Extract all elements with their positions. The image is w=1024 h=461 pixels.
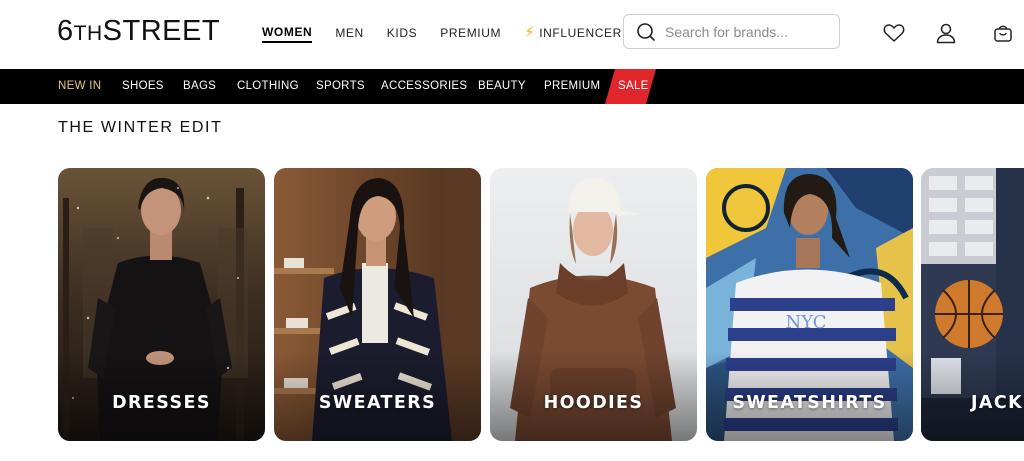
bag-icon	[994, 25, 1012, 42]
card-label: SWEATSHIRTS	[732, 393, 887, 413]
category-bar: NEW IN SHOES BAGS CLOTHING SPORTS ACCESS…	[0, 69, 1024, 104]
cart-button[interactable]	[991, 21, 1015, 45]
category-card-sweaters[interactable]: SWEATERS	[274, 168, 481, 441]
account-button[interactable]	[934, 21, 958, 45]
nav-item-influencer-label: INFLUENCER	[539, 26, 622, 40]
category-shoes[interactable]: SHOES	[122, 69, 164, 104]
category-bags[interactable]: BAGS	[183, 69, 216, 104]
card-label: HOODIES	[543, 393, 644, 413]
brand-logo[interactable]: 6 TH STREET	[57, 14, 220, 48]
nav-item-men[interactable]: MEN	[335, 22, 363, 44]
logo-text-part: STREET	[102, 15, 221, 47]
gender-nav: WOMEN MEN KIDS PREMIUM ⚡ INFLUENCER	[262, 22, 645, 44]
category-sports[interactable]: SPORTS	[316, 69, 365, 104]
category-beauty[interactable]: BEAUTY	[478, 69, 526, 104]
user-icon	[936, 23, 956, 44]
search-icon	[637, 22, 655, 41]
nav-item-premium[interactable]: PREMIUM	[440, 22, 501, 44]
category-clothing[interactable]: CLOTHING	[237, 69, 299, 104]
category-card-hoodies[interactable]: HOODIES	[490, 168, 697, 441]
lightning-icon: ⚡	[524, 24, 536, 41]
section-title: THE WINTER EDIT	[58, 119, 223, 136]
nav-item-kids[interactable]: KIDS	[387, 22, 417, 44]
category-new-in[interactable]: NEW IN	[58, 69, 101, 104]
logo-text-part: TH	[73, 22, 103, 45]
category-sale[interactable]: SALE	[618, 69, 649, 104]
category-card-sweatshirts[interactable]: NYC SWEATSHIRTS	[706, 168, 913, 441]
logo-text-part: 6	[57, 15, 74, 47]
nav-item-influencer[interactable]: ⚡ INFLUENCER	[524, 22, 622, 44]
card-label: JACKETS	[971, 393, 1024, 413]
search-input[interactable]	[665, 23, 835, 40]
card-label: DRESSES	[112, 393, 211, 413]
wishlist-button[interactable]	[882, 21, 906, 45]
site-header: 6 TH STREET WOMEN MEN KIDS PREMIUM ⚡ INF…	[0, 0, 1024, 69]
category-card-jackets[interactable]: JACKETS	[921, 168, 1024, 441]
heart-icon	[883, 24, 905, 42]
category-card-dresses[interactable]: DRESSES	[58, 168, 265, 441]
search-box[interactable]	[623, 14, 840, 49]
nav-item-women[interactable]: WOMEN	[262, 24, 313, 43]
category-carousel: DRESSES SWEATERS HOODIES NYC SWEATSHIRTS…	[0, 168, 1024, 442]
card-label: SWEATERS	[318, 393, 437, 413]
category-premium[interactable]: PREMIUM	[544, 69, 600, 104]
category-accessories[interactable]: ACCESSORIES	[381, 69, 467, 104]
svg-text:NYC: NYC	[785, 312, 826, 333]
